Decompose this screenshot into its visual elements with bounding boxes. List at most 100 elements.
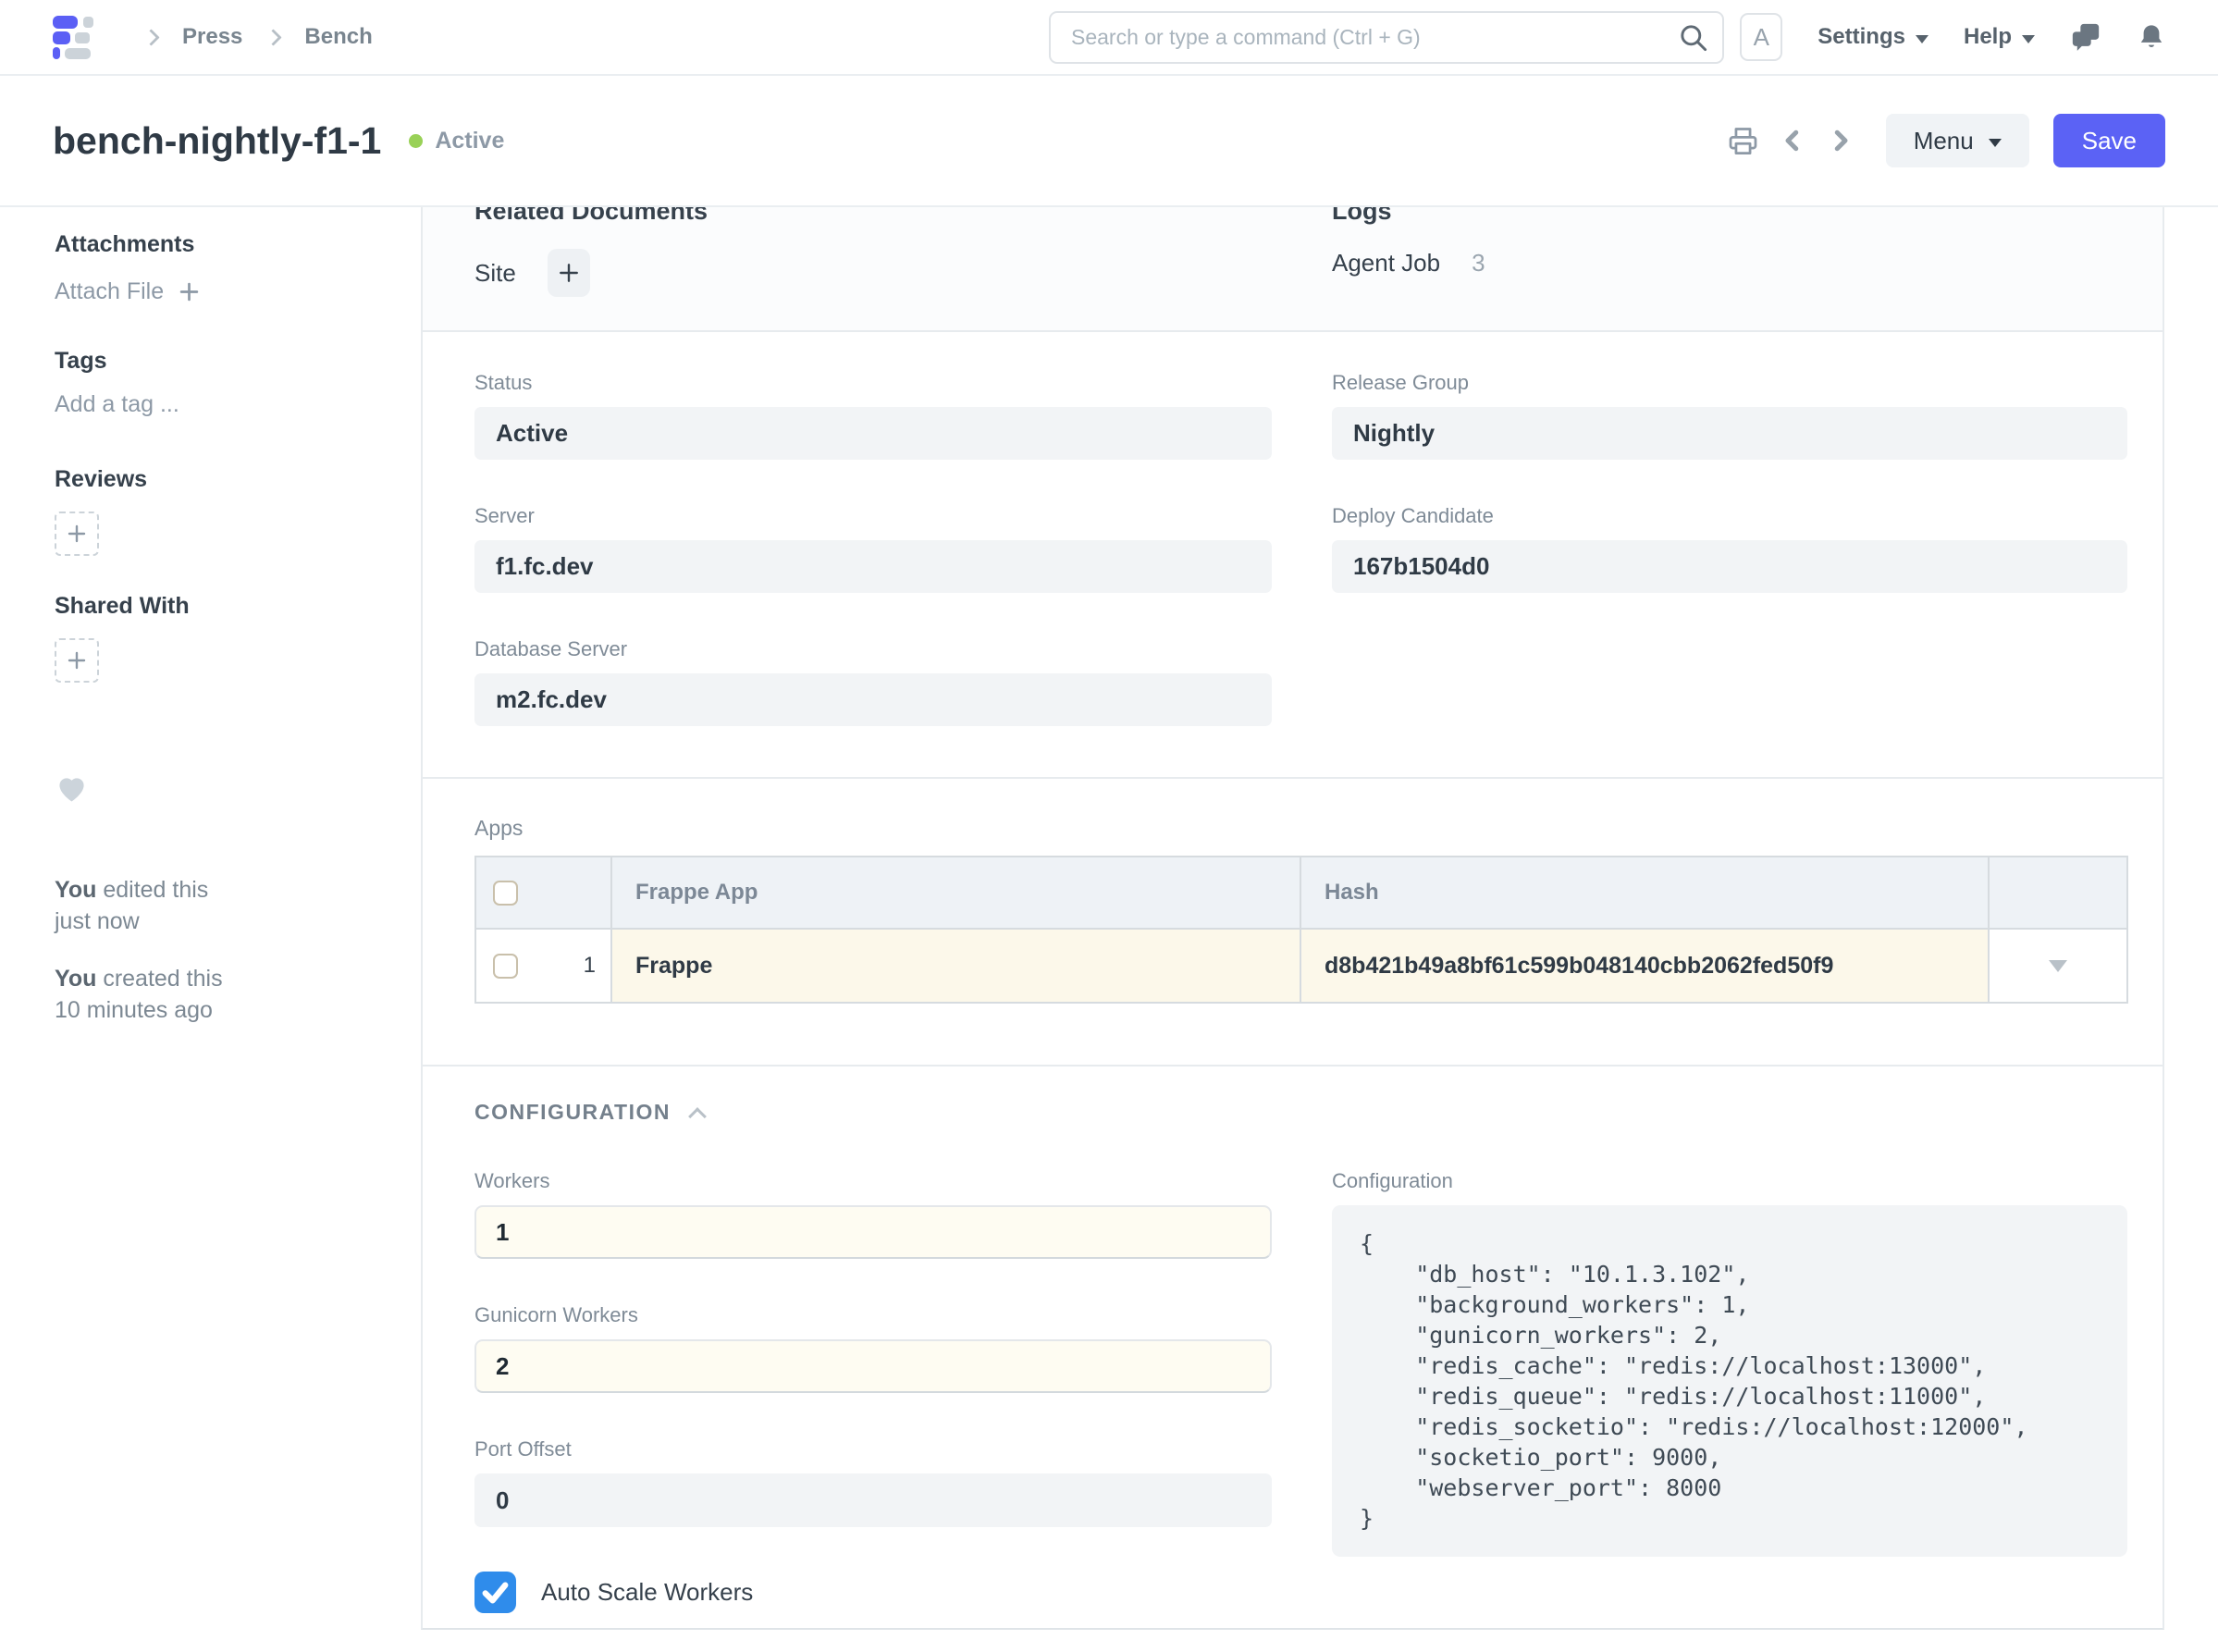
deploy-candidate-value: 167b1504d0 <box>1332 540 2127 593</box>
apps-section: Apps Frappe App Hash 1 Frappe d8b <box>423 779 2163 1066</box>
breadcrumb-press[interactable]: Press <box>182 24 242 50</box>
breadcrumb-bench[interactable]: Bench <box>304 24 372 50</box>
frappe-app-cell[interactable]: Frappe <box>635 953 712 980</box>
hash-cell[interactable]: d8b421b49a8bf61c599b048140cbb2062fed50f9 <box>1325 953 1833 980</box>
port-offset-input[interactable] <box>474 1473 1272 1527</box>
user-avatar[interactable]: A <box>1740 13 1782 61</box>
table-row: 1 Frappe d8b421b49a8bf61c599b048140cbb20… <box>476 928 2126 1002</box>
server-label: Server <box>474 504 1272 528</box>
save-button-label: Save <box>2082 127 2137 155</box>
app-logo-icon[interactable] <box>53 16 99 59</box>
configuration-json-label: Configuration <box>1332 1169 2127 1193</box>
row-checkbox[interactable] <box>493 954 518 979</box>
status-indicator: Active <box>409 128 504 154</box>
plus-icon <box>558 262 580 284</box>
server-value: f1.fc.dev <box>474 540 1272 593</box>
server-field: Server f1.fc.dev <box>474 504 1272 593</box>
workers-label: Workers <box>474 1169 1272 1193</box>
gunicorn-workers-field: Gunicorn Workers <box>474 1303 1272 1393</box>
agent-job-link[interactable]: Agent Job <box>1332 249 1440 277</box>
deploy-candidate-field: Deploy Candidate 167b1504d0 <box>1332 504 2127 593</box>
add-tag-input[interactable]: Add a tag ... <box>55 391 384 418</box>
search-input[interactable] <box>1049 11 1724 64</box>
avatar-letter: A <box>1754 23 1769 52</box>
status-field: Status Active <box>474 371 1272 460</box>
plus-icon <box>179 281 200 302</box>
chevron-down-icon <box>1916 35 1928 43</box>
notifications-bell-icon[interactable] <box>2137 21 2166 53</box>
settings-dropdown[interactable]: Settings <box>1818 24 1928 50</box>
next-document-icon[interactable] <box>1827 127 1854 154</box>
related-documents-column: Related Documents Site <box>474 207 1272 330</box>
created-action: created this <box>103 966 222 992</box>
fields-left-column: Status Active Server f1.fc.dev Database … <box>474 371 1272 777</box>
hash-column-header: Hash <box>1325 880 1379 906</box>
breadcrumb: Press Bench <box>145 24 373 50</box>
dashboard-section: Related Documents Site Logs Agent Job 3 <box>423 207 2163 332</box>
chevron-down-icon <box>1989 139 2002 147</box>
auto-scale-workers-field: Auto Scale Workers <box>474 1572 1272 1613</box>
global-search <box>1049 11 1724 64</box>
configuration-section-toggle[interactable]: CONFIGURATION <box>423 1100 2163 1125</box>
database-server-value: m2.fc.dev <box>474 673 1272 726</box>
configuration-section: CONFIGURATION Workers Gunicorn Workers P… <box>423 1066 2163 1628</box>
attach-file-button[interactable]: Attach File <box>55 278 384 305</box>
config-left-column: Workers Gunicorn Workers Port Offset <box>474 1169 1272 1613</box>
help-label: Help <box>1964 24 2012 50</box>
edited-action: edited this <box>103 877 208 903</box>
logs-heading: Logs <box>1332 207 2127 226</box>
auto-scale-workers-checkbox[interactable] <box>474 1572 516 1613</box>
gunicorn-workers-label: Gunicorn Workers <box>474 1303 1272 1327</box>
apps-table-header: Frappe App Hash <box>476 857 2126 928</box>
plus-icon <box>67 650 87 671</box>
form-card: Related Documents Site Logs Agent Job 3 <box>421 207 2164 1630</box>
apps-section-label: Apps <box>474 816 2163 841</box>
logs-column: Logs Agent Job 3 <box>1332 207 2127 330</box>
chevron-down-icon <box>2022 35 2035 43</box>
add-site-button[interactable] <box>548 249 590 297</box>
navbar-right: A Settings Help <box>1740 13 2166 61</box>
right-gutter <box>2164 207 2218 1652</box>
gunicorn-workers-input[interactable] <box>474 1339 1272 1393</box>
reviews-heading: Reviews <box>55 466 384 493</box>
status-indicator-label: Active <box>435 128 504 154</box>
chat-icon[interactable] <box>2070 21 2101 53</box>
add-review-button[interactable] <box>55 512 99 556</box>
navbar: Press Bench A Settings Help <box>0 0 2218 76</box>
print-icon[interactable] <box>1728 126 1758 156</box>
release-group-value: Nightly <box>1332 407 2127 460</box>
shared-with-heading: Shared With <box>55 593 384 620</box>
edited-activity: You edited this just now <box>55 874 384 937</box>
page-content: Attachments Attach File Tags Add a tag .… <box>0 207 2218 1652</box>
edited-who: You <box>55 877 96 903</box>
agent-job-count: 3 <box>1472 249 1485 277</box>
select-all-checkbox[interactable] <box>493 881 518 906</box>
menu-button[interactable]: Menu <box>1886 114 2029 167</box>
auto-scale-workers-label[interactable]: Auto Scale Workers <box>541 1578 753 1607</box>
page-title: bench-nightly-f1-1 <box>53 119 381 163</box>
chevron-right-icon <box>142 29 159 45</box>
workers-input[interactable] <box>474 1205 1272 1259</box>
save-button[interactable]: Save <box>2053 114 2165 167</box>
created-who: You <box>55 966 96 992</box>
site-link[interactable]: Site <box>474 259 516 288</box>
fields-right-column: Release Group Nightly Deploy Candidate 1… <box>1332 371 2127 777</box>
search-icon <box>1677 21 1709 58</box>
like-heart-icon[interactable] <box>55 771 384 808</box>
help-dropdown[interactable]: Help <box>1964 24 2035 50</box>
status-dot-icon <box>409 134 423 148</box>
status-label: Status <box>474 371 1272 395</box>
release-group-field: Release Group Nightly <box>1332 371 2127 460</box>
fields-section: Status Active Server f1.fc.dev Database … <box>423 332 2163 779</box>
created-when: 10 minutes ago <box>55 997 213 1023</box>
prev-document-icon[interactable] <box>1779 127 1806 154</box>
form-sidebar: Attachments Attach File Tags Add a tag .… <box>0 207 421 1652</box>
share-button[interactable] <box>55 638 99 683</box>
attach-file-label: Attach File <box>55 278 164 305</box>
release-group-label: Release Group <box>1332 371 2127 395</box>
database-server-field: Database Server m2.fc.dev <box>474 637 1272 726</box>
attachments-heading: Attachments <box>55 231 384 258</box>
page-head: bench-nightly-f1-1 Active Menu <box>0 76 2218 207</box>
page-actions: Menu Save <box>1728 114 2165 167</box>
row-expand-icon[interactable] <box>2049 960 2067 972</box>
